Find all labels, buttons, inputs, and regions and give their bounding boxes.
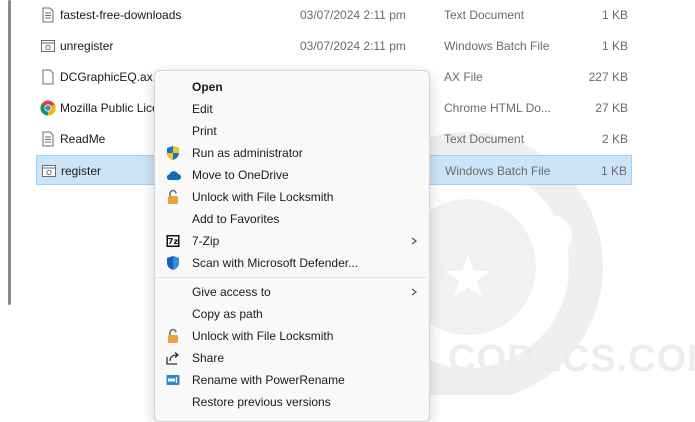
file-size: 1 KB xyxy=(601,39,628,53)
menu-item-label: Scan with Microsoft Defender... xyxy=(192,256,359,270)
menu-item-edit[interactable]: Edit xyxy=(159,98,425,120)
left-scrollbar[interactable] xyxy=(0,0,14,413)
menu-item-print[interactable]: Print xyxy=(159,120,425,142)
menu-item-label: Unlock with File Locksmith xyxy=(192,190,334,204)
file-type: Chrome HTML Do... xyxy=(444,101,551,115)
text-document-icon xyxy=(42,7,54,23)
menu-item-add-to-favorites[interactable]: Add to Favorites xyxy=(159,208,425,230)
uac-shield-icon xyxy=(167,146,179,160)
file-date: 03/07/2024 2:11 pm xyxy=(300,8,406,22)
file-row[interactable]: unregister 03/07/2024 2:11 pm Windows Ba… xyxy=(36,31,632,61)
chevron-right-icon xyxy=(411,288,417,296)
menu-item-label: Unlock with File Locksmith xyxy=(192,329,334,343)
menu-item-restore-previous-versions[interactable]: Restore previous versions xyxy=(159,391,425,413)
menu-item-unlock-file-locksmith[interactable]: Unlock with File Locksmith xyxy=(159,186,425,208)
file-date: 03/07/2024 2:11 pm xyxy=(300,39,406,53)
file-type: Text Document xyxy=(444,8,525,22)
blank-file-icon xyxy=(42,69,54,85)
lock-icon xyxy=(168,328,178,343)
menu-item-label: 7-Zip xyxy=(192,234,220,248)
file-size: 1 KB xyxy=(601,8,628,22)
defender-shield-icon xyxy=(167,256,179,270)
file-type: AX File xyxy=(444,70,483,84)
menu-item-unlock-file-locksmith-2[interactable]: Unlock with File Locksmith xyxy=(159,325,425,347)
menu-item-label: Rename with PowerRename xyxy=(192,373,345,387)
file-name: Mozilla Public Lice xyxy=(60,101,159,115)
onedrive-cloud-icon xyxy=(166,171,181,180)
menu-item-open[interactable]: Open xyxy=(159,76,425,98)
lock-icon xyxy=(168,189,178,204)
file-name: unregister xyxy=(60,39,114,53)
menu-item-run-as-administrator[interactable]: Run as administrator xyxy=(159,142,425,164)
menu-item-power-rename[interactable]: Rename with PowerRename xyxy=(159,369,425,391)
text-document-icon xyxy=(42,131,54,147)
menu-item-label: Give access to xyxy=(192,285,271,299)
file-type: Windows Batch File xyxy=(445,164,551,178)
file-name: DCGraphicEQ.ax xyxy=(60,70,153,84)
menu-item-share[interactable]: Share xyxy=(159,347,425,369)
menu-separator xyxy=(155,277,427,278)
file-type: Text Document xyxy=(444,132,525,146)
menu-item-label: Copy as path xyxy=(192,307,263,321)
menu-item-label: Share xyxy=(192,351,225,365)
share-icon xyxy=(166,352,180,365)
menu-item-copy-as-path[interactable]: Copy as path xyxy=(159,303,425,325)
menu-item-label: Run as administrator xyxy=(192,146,303,160)
svg-text:7z: 7z xyxy=(168,237,179,246)
file-name: fastest-free-downloads xyxy=(60,8,182,22)
file-size: 227 KB xyxy=(588,70,628,84)
chevron-right-icon xyxy=(411,237,417,245)
file-size: 2 KB xyxy=(601,132,628,146)
menu-item-move-to-onedrive[interactable]: Move to OneDrive xyxy=(159,164,425,186)
menu-item-label: Edit xyxy=(192,102,213,116)
menu-item-7zip[interactable]: 7z 7-Zip xyxy=(159,230,425,252)
file-name: ReadMe xyxy=(60,132,106,146)
menu-item-label: Move to OneDrive xyxy=(192,168,289,182)
scrollbar-thumb[interactable] xyxy=(8,0,11,305)
batch-file-icon xyxy=(41,40,55,52)
context-menu: Open Edit Print Run as administrator Mov… xyxy=(154,70,430,422)
file-row[interactable]: fastest-free-downloads 03/07/2024 2:11 p… xyxy=(36,0,632,30)
chrome-icon xyxy=(40,100,56,116)
menu-item-scan-defender[interactable]: Scan with Microsoft Defender... xyxy=(159,252,425,274)
menu-item-label: Print xyxy=(192,124,217,138)
menu-item-label: Add to Favorites xyxy=(192,212,280,226)
file-name: register xyxy=(61,164,102,178)
7zip-icon: 7z xyxy=(166,235,180,247)
batch-file-icon xyxy=(42,165,56,177)
menu-item-label: Open xyxy=(192,80,223,94)
menu-item-give-access-to[interactable]: Give access to xyxy=(159,281,425,303)
file-size: 1 KB xyxy=(600,164,627,178)
file-type: Windows Batch File xyxy=(444,39,550,53)
file-size: 27 KB xyxy=(595,101,628,115)
menu-item-label: Restore previous versions xyxy=(192,395,331,409)
power-rename-icon xyxy=(166,375,180,385)
